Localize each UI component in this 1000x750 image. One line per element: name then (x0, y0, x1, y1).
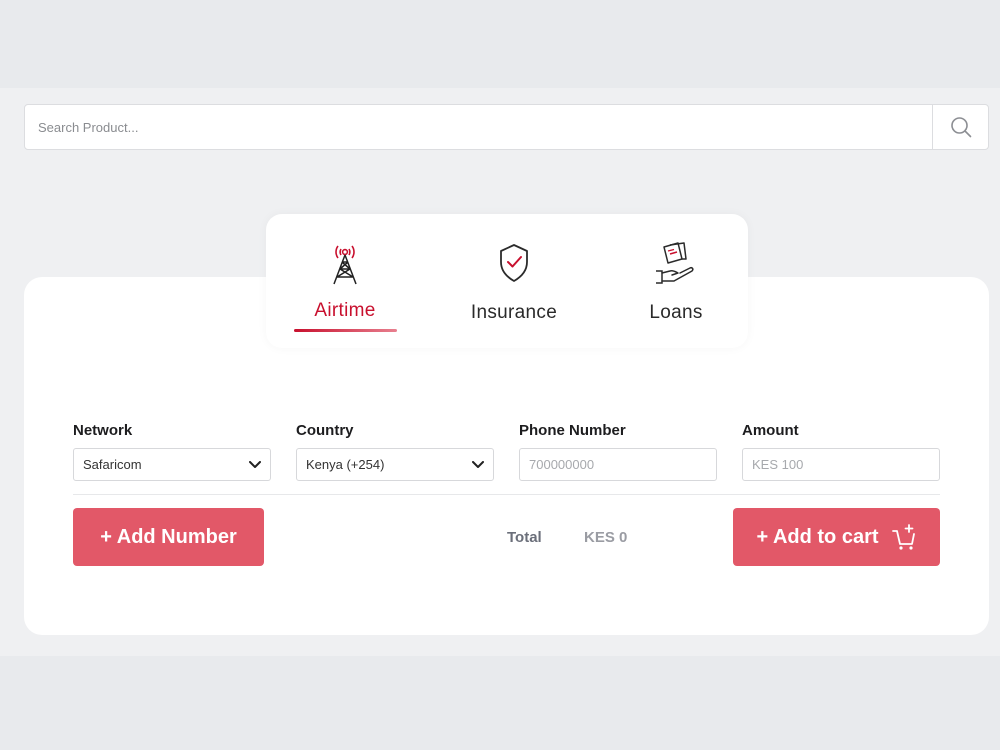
add-to-cart-label: + Add to cart (756, 525, 879, 548)
tab-airtime-label: Airtime (314, 300, 376, 321)
tab-loans[interactable]: Loans (606, 214, 746, 348)
chevron-down-icon (472, 460, 484, 468)
phone-number-field[interactable] (519, 448, 717, 481)
phone-number-input[interactable] (529, 457, 707, 472)
search-input[interactable] (25, 105, 932, 149)
add-to-cart-button[interactable]: + Add to cart (733, 508, 940, 566)
country-label: Country (296, 422, 354, 439)
amount-input[interactable] (752, 457, 930, 472)
form-divider (73, 494, 940, 495)
network-label: Network (73, 422, 133, 439)
total-value: KES 0 (584, 529, 628, 546)
search-icon (950, 117, 971, 138)
chevron-down-icon (249, 460, 261, 468)
search-bar (24, 104, 989, 150)
tab-airtime[interactable]: Airtime (275, 214, 415, 348)
network-select[interactable]: Safaricom (73, 448, 271, 481)
active-tab-indicator (293, 329, 397, 332)
network-select-value: Safaricom (83, 457, 142, 472)
tab-loans-label: Loans (649, 302, 703, 323)
cell-tower-icon (328, 238, 362, 288)
tab-insurance-label: Insurance (470, 302, 558, 323)
bottom-band (0, 656, 1000, 750)
amount-field[interactable] (742, 448, 940, 481)
country-select[interactable]: Kenya (+254) (296, 448, 494, 481)
product-tabs: Airtime Insurance Loans (266, 214, 748, 348)
shield-check-icon (497, 238, 531, 288)
amount-label: Amount (742, 422, 799, 439)
phone-number-label: Phone Number (519, 422, 626, 439)
search-button[interactable] (932, 105, 988, 149)
add-number-label: + Add Number (100, 525, 237, 548)
country-select-value: Kenya (+254) (306, 457, 385, 472)
tab-insurance[interactable]: Insurance (444, 214, 584, 348)
cart-plus-icon (891, 524, 915, 550)
top-band (0, 0, 1000, 88)
add-number-button[interactable]: + Add Number (73, 508, 264, 566)
total-label: Total (507, 529, 542, 546)
hand-money-icon (652, 238, 700, 288)
